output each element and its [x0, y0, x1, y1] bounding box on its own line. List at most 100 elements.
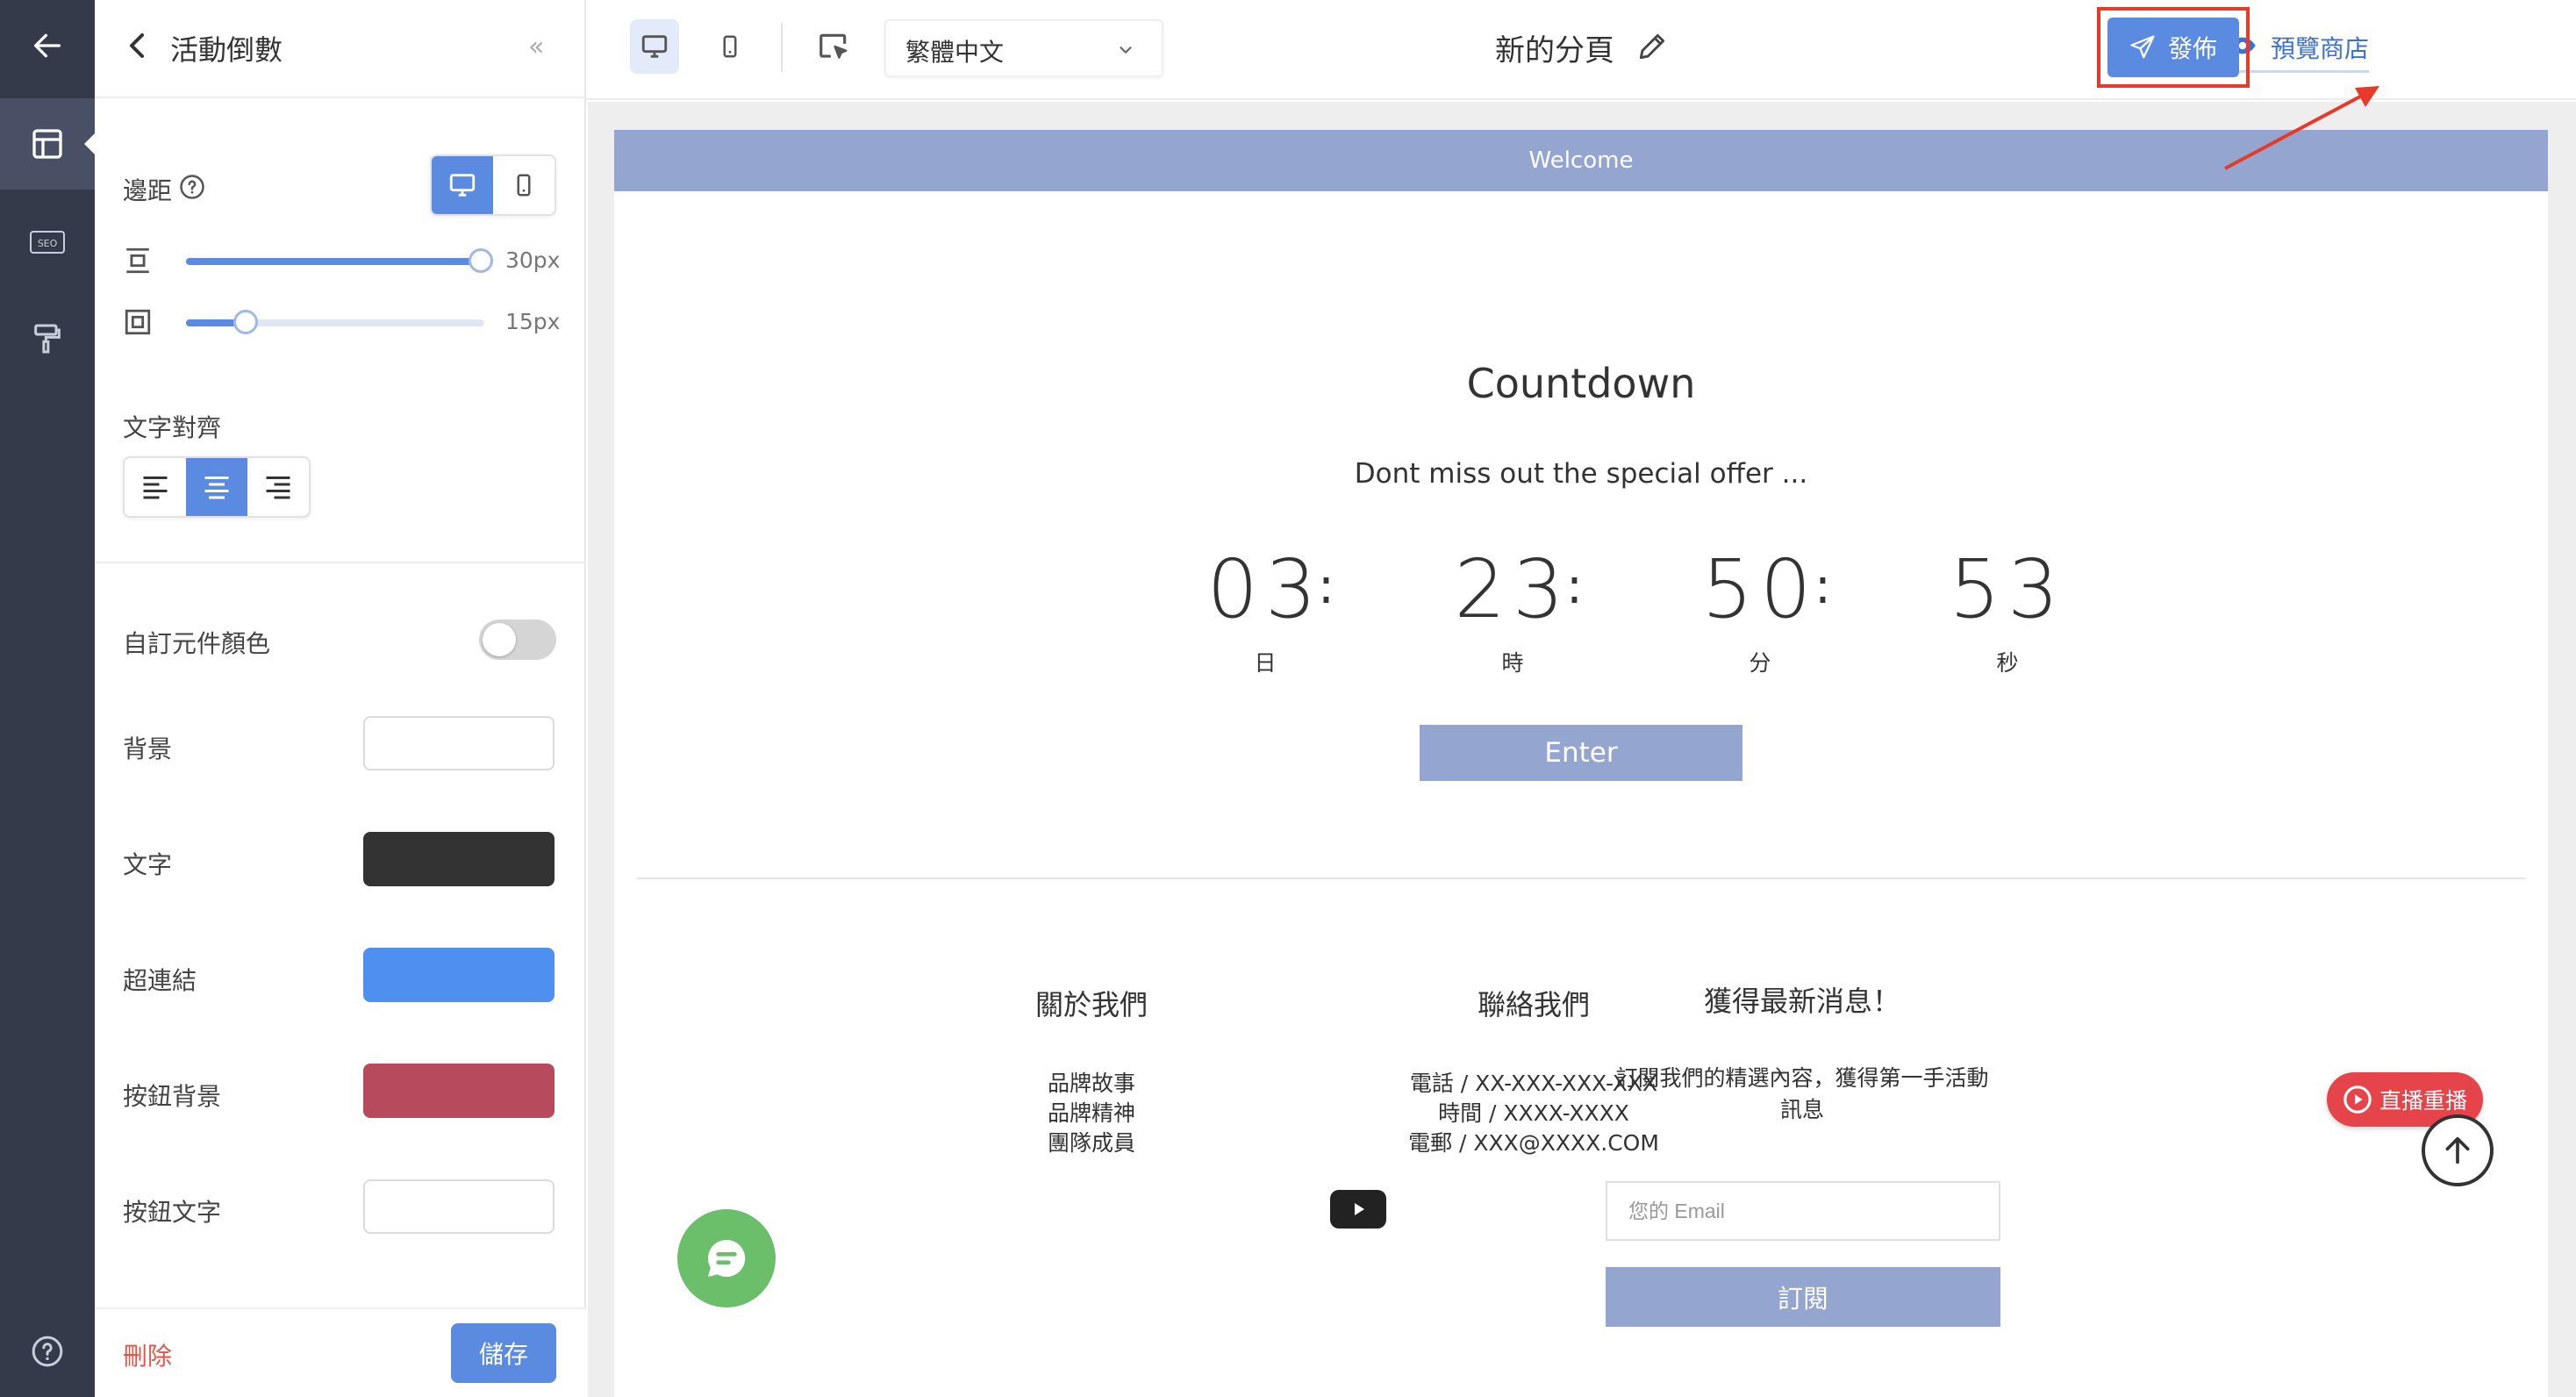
mobile-view-button[interactable] — [705, 19, 755, 74]
color-label-button-bg: 按鈕背景 — [123, 1082, 222, 1111]
enter-button[interactable]: Enter — [1420, 725, 1742, 781]
countdown-hours-value: 23 — [1454, 542, 1571, 636]
collapse-panel-button[interactable]: « — [528, 32, 544, 62]
color-label-text: 文字 — [123, 850, 173, 879]
countdown-days-unit: 日 — [1254, 650, 1277, 676]
publish-button[interactable]: 發佈 — [2107, 18, 2239, 77]
countdown-colon: : — [1814, 558, 1831, 615]
padding-device-toggle — [430, 154, 556, 216]
align-center-option[interactable] — [186, 458, 247, 516]
scroll-to-top-button[interactable] — [2422, 1114, 2494, 1186]
chat-button[interactable] — [677, 1209, 776, 1307]
panel-header: 活動倒數 « — [95, 0, 586, 98]
color-label-link: 超連結 — [123, 966, 197, 995]
help-icon — [32, 1336, 63, 1367]
countdown-minutes-unit: 分 — [1749, 650, 1771, 676]
countdown-title: Countdown — [1466, 360, 1696, 407]
delete-button[interactable]: 刪除 — [123, 1337, 172, 1372]
preview-store-label: 預覽商店 — [2229, 30, 2370, 73]
language-value: 繁體中文 — [905, 38, 1005, 67]
send-icon — [2130, 35, 2155, 59]
settings-panel: 活動倒數 « 邊距 30px 15px 文字對齊 自訂元件顏色 背景 文字 超連… — [95, 0, 586, 1397]
pencil-icon[interactable] — [1635, 30, 1669, 63]
text-color-swatch[interactable] — [363, 832, 555, 886]
mobile-icon — [517, 174, 531, 197]
svg-text:SEO: SEO — [38, 238, 58, 249]
desktop-icon — [449, 174, 476, 197]
arrow-up-icon — [2445, 1136, 2470, 1164]
select-element-button[interactable] — [809, 19, 858, 74]
countdown-seconds-unit: 秒 — [1996, 650, 2019, 676]
countdown-subtitle: Dont miss out the special offer ... — [1354, 458, 1808, 490]
panel-footer: 刪除 儲存 — [95, 1307, 586, 1397]
custom-color-toggle[interactable] — [479, 620, 556, 660]
footer-about-link[interactable]: 品牌精神 — [916, 1099, 1267, 1128]
align-left-option[interactable] — [125, 458, 186, 516]
cursor-select-icon — [819, 33, 848, 59]
padding-label: 邊距 — [123, 176, 173, 205]
button-bg-color-swatch[interactable] — [363, 1064, 555, 1118]
slider-handle[interactable] — [469, 248, 493, 273]
padding-mobile-option[interactable] — [493, 156, 555, 214]
welcome-bar: Welcome — [614, 130, 2548, 191]
chat-icon — [707, 1239, 746, 1277]
footer-about-link[interactable]: 團隊成員 — [916, 1128, 1267, 1158]
rail-layout-button[interactable] — [0, 98, 95, 190]
arrow-left-icon — [34, 33, 61, 58]
padding-desktop-option[interactable] — [432, 156, 493, 214]
padding-horizontal-slider[interactable] — [186, 310, 484, 334]
mobile-icon — [723, 35, 737, 58]
back-button[interactable] — [0, 0, 95, 91]
link-color-swatch[interactable] — [363, 948, 555, 1002]
footer-contact-email: 電郵 / XXX@XXXX.COM — [1408, 1130, 1659, 1156]
text-align-label: 文字對齊 — [123, 413, 222, 442]
background-color-swatch[interactable] — [363, 716, 555, 770]
rail-seo-button[interactable]: SEO — [0, 197, 95, 288]
footer-news-description: 訂閱我們的精選內容，獲得第一手活動 — [1615, 1065, 1989, 1091]
countdown-days-value: 03 — [1206, 542, 1324, 636]
desktop-view-button[interactable] — [630, 19, 679, 74]
footer-news-title: 獲得最新消息！ — [1703, 985, 1900, 1018]
layout-icon — [32, 129, 62, 159]
live-replay-label: 直播重播 — [2379, 1088, 2467, 1114]
footer-about-title: 關於我們 — [1034, 988, 1148, 1021]
align-right-option[interactable] — [247, 458, 309, 516]
slider-handle[interactable] — [233, 310, 258, 334]
subscribe-button[interactable]: 訂閱 — [1606, 1267, 2000, 1327]
panel-title: 活動倒數 — [170, 33, 283, 67]
align-left-icon — [143, 476, 168, 499]
toolbar-separator — [781, 23, 783, 72]
align-right-icon — [266, 476, 290, 499]
panel-back-button[interactable] — [125, 30, 149, 65]
language-select[interactable]: 繁體中文 — [884, 19, 1163, 77]
color-label-button-text: 按鈕文字 — [123, 1198, 222, 1227]
countdown-minutes-value: 50 — [1701, 542, 1819, 636]
top-toolbar: 繁體中文 新的分頁 預覽商店 發佈 — [586, 0, 2576, 100]
seo-icon: SEO — [30, 231, 65, 254]
custom-color-label: 自訂元件顏色 — [123, 629, 271, 658]
left-rail: SEO — [0, 0, 95, 1397]
section-divider — [637, 878, 2525, 879]
desktop-icon — [641, 35, 668, 58]
youtube-link[interactable] — [1330, 1190, 1386, 1229]
editor-canvas: Welcome Countdown Dont miss out the spec… — [588, 102, 2576, 1397]
chevron-left-icon — [130, 33, 144, 58]
align-center-icon — [204, 476, 229, 499]
rail-theme-button[interactable] — [0, 293, 95, 384]
countdown-colon: : — [1318, 558, 1335, 615]
help-button[interactable] — [0, 1306, 95, 1397]
padding-horizontal-value: 15px — [505, 309, 561, 334]
save-button[interactable]: 儲存 — [451, 1323, 556, 1383]
footer-about-link[interactable]: 品牌故事 — [916, 1069, 1267, 1099]
countdown-colon: : — [1566, 558, 1583, 615]
play-icon — [2343, 1085, 2372, 1114]
publish-label: 發佈 — [2167, 34, 2217, 63]
footer-news-description-cont: 訊息 — [1779, 1097, 1824, 1122]
page-title: 新的分頁 — [1495, 33, 1614, 68]
email-input[interactable] — [1607, 1183, 1999, 1239]
button-text-color-swatch[interactable] — [363, 1179, 555, 1234]
youtube-icon — [1355, 1203, 1364, 1215]
padding-vertical-slider[interactable] — [186, 248, 493, 273]
text-align-toggle — [123, 456, 311, 518]
color-label-background: 背景 — [123, 734, 173, 763]
